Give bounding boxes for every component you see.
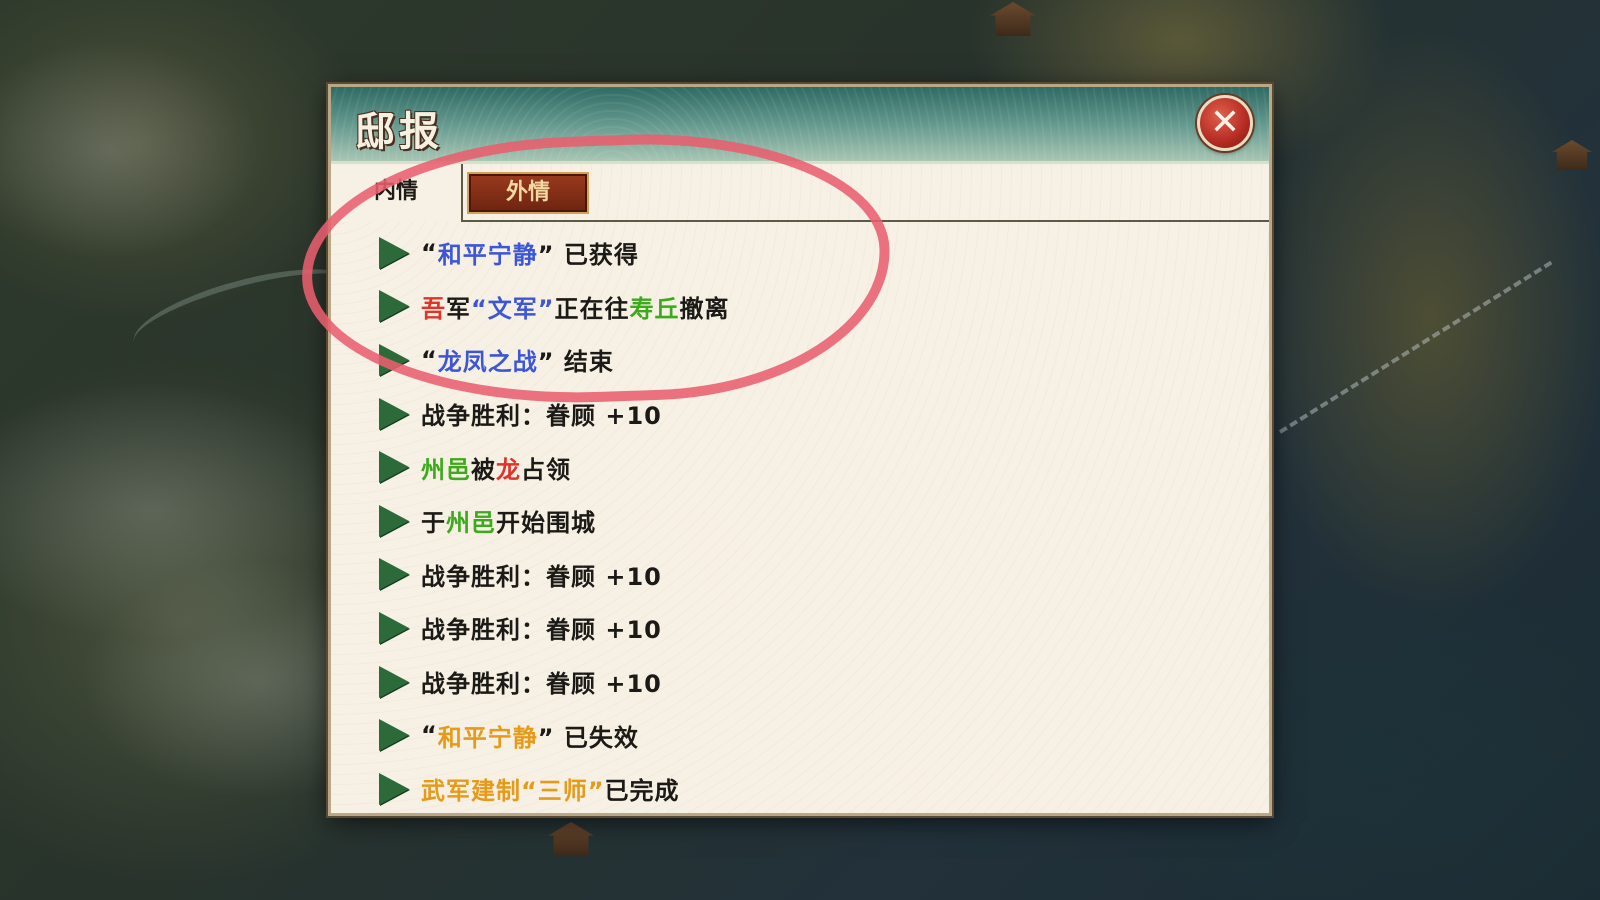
close-icon: ✕ [1209,102,1241,143]
sea-route-line [1278,260,1553,434]
report-text-segment: ” 结束 [537,348,614,377]
report-item: 战争胜利：眷顾 +10 [379,387,1249,441]
report-text-segment: “文军” [471,294,555,323]
report-item: “和平宁静” 已获得 [379,226,1249,280]
report-item: 战争胜利：眷顾 +10 [379,655,1249,709]
report-text-segment: 撤离 [679,294,730,323]
report-text-segment: 龙 [496,455,521,484]
report-text-segment: 战争胜利：眷顾 +10 [421,562,662,591]
dialog-body: 内情 外情 “和平宁静” 已获得吾军 “文军” 正在往 寿丘 撤离 “龙凤之战” 结束战… [331,164,1269,813]
report-text-segment: 军 [446,294,471,323]
report-item: 战争胜利：眷顾 +10 [379,548,1249,602]
triangle-bullet-icon [379,719,409,752]
triangle-bullet-icon [379,558,409,591]
triangle-bullet-icon [379,397,409,430]
report-text-segment: 武军建制 [421,777,521,806]
dialog-title: 邸报 [355,108,443,155]
map-city-icon[interactable] [1552,140,1592,170]
report-text-segment: ” 已获得 [537,241,639,270]
tab-internal[interactable]: 内情 [331,164,463,222]
report-item: “和平宁静” 已失效 [379,708,1249,762]
triangle-bullet-icon [379,772,409,805]
map-city-icon[interactable] [548,822,594,856]
triangle-bullet-icon [379,504,409,537]
report-text-segment: “ [421,721,438,750]
report-text-segment: 战争胜利：眷顾 +10 [421,402,662,431]
report-text-segment: 已完成 [604,777,680,806]
report-text-segment: 龙凤之战 [437,348,538,377]
tab-bar: 内情 外情 [331,164,1269,222]
report-item: 战争胜利：眷顾 +10 [379,601,1249,655]
tab-external[interactable]: 外情 [467,172,589,214]
report-text-segment: 和平宁静 [437,723,538,752]
report-text-segment: 和平宁静 [437,241,538,270]
report-text-segment: 寿丘 [629,294,680,323]
report-text-segment: 吾 [421,294,446,323]
dialog-header: 邸报 ✕ [331,87,1269,164]
triangle-bullet-icon [379,236,409,269]
report-text-segment: “三师” [521,777,605,806]
report-text-segment: ” 已失效 [537,723,639,752]
report-text-segment: “ [421,238,438,267]
report-item: 于州邑 开始围城 [379,494,1249,548]
report-item: 州邑被龙占领 [379,440,1249,494]
close-button[interactable]: ✕ [1197,95,1253,151]
report-item: 吾军 “文军” 正在往 寿丘 撤离 [379,280,1249,334]
triangle-bullet-icon [379,665,409,698]
report-text-segment: 于 [421,509,446,538]
report-text-segment: 州邑 [421,455,471,484]
report-text-segment: 战争胜利：眷顾 +10 [421,616,662,645]
news-dialog: 邸报 ✕ 内情 外情 “和平宁静” 已获得吾军 “文军” 正在往 寿丘 撤离 “龙凤之战… [328,84,1272,816]
triangle-bullet-icon [379,290,409,323]
report-text-segment: “ [421,345,438,374]
cloud-overlay [0,40,260,260]
map-city-icon[interactable] [990,2,1036,36]
report-item: 武军建制 “三师” 已完成 [379,762,1249,816]
report-text-segment: 州邑 [446,509,496,538]
triangle-bullet-icon [379,451,409,484]
report-item: “龙凤之战” 结束 [379,333,1249,387]
report-list: “和平宁静” 已获得吾军 “文军” 正在往 寿丘 撤离 “龙凤之战” 结束 战争胜利：眷顾… [379,226,1249,816]
report-text-segment: 正在往 [554,294,630,323]
report-text-segment: 开始围城 [496,509,596,538]
report-text-segment: 占领 [521,455,571,484]
triangle-bullet-icon [379,611,409,644]
report-text-segment: 战争胜利：眷顾 +10 [421,670,662,699]
report-text-segment: 被 [471,455,496,484]
triangle-bullet-icon [379,343,409,376]
